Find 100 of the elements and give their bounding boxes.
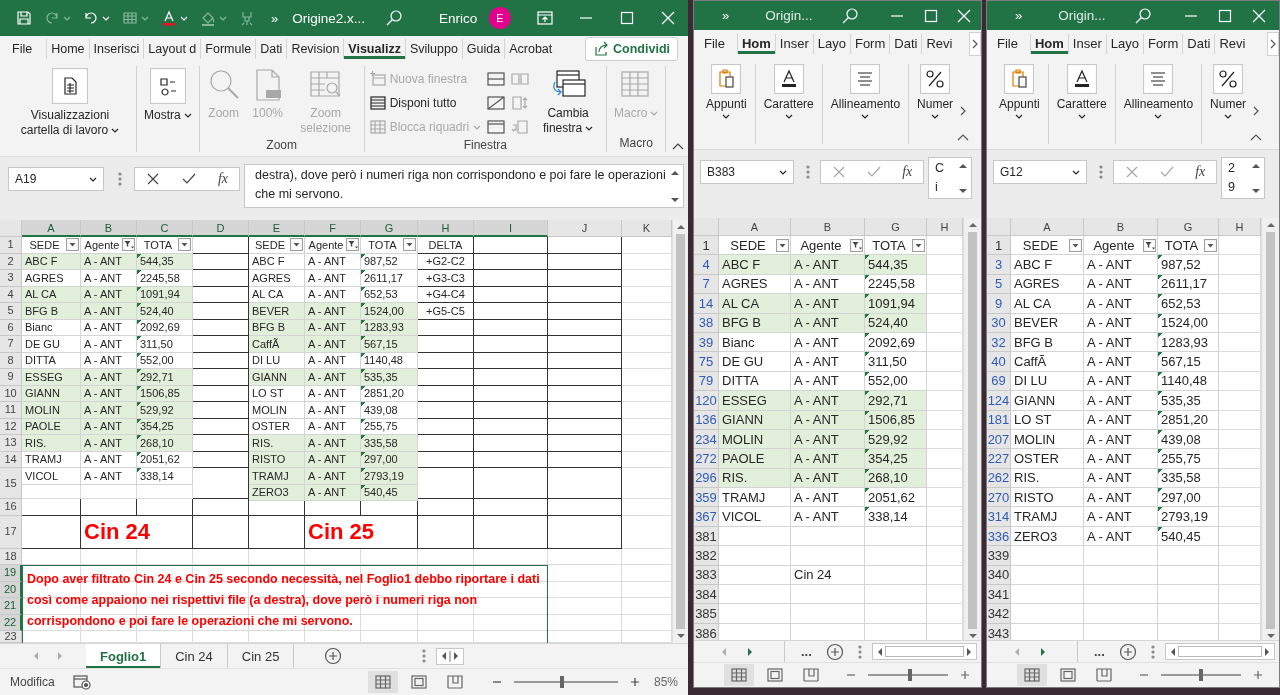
formula-bar[interactable]: C i (928, 157, 972, 199)
row-header[interactable]: 69 (987, 371, 1011, 392)
column-header[interactable]: H (927, 218, 963, 236)
column-header[interactable]: A (719, 218, 791, 236)
ribbon-tab[interactable]: Form (849, 34, 890, 54)
ribbon-button[interactable]: Disponi tutto (369, 92, 482, 114)
ribbon-button[interactable]: Carattere (1048, 64, 1116, 144)
formula-bar[interactable]: 2 9 (1221, 157, 1265, 199)
row-header[interactable]: 181 (987, 410, 1011, 430)
column-header[interactable]: J (548, 220, 622, 237)
ribbon-tab[interactable]: Formule (200, 39, 256, 59)
ribbon-tab[interactable]: Inser (774, 34, 813, 54)
row-header[interactable]: 5 (0, 303, 22, 320)
column-header[interactable]: D (193, 220, 249, 237)
ribbon-button[interactable]: Allineamento (1115, 64, 1203, 144)
row-header[interactable]: 270 (987, 488, 1011, 508)
ribbon-button[interactable]: Visualizzazioni cartella di lavoro (9, 66, 131, 140)
ribbon-tab[interactable]: Hom (1029, 34, 1068, 54)
row-header[interactable]: 32 (987, 332, 1011, 353)
column-header[interactable]: K (622, 220, 672, 237)
ribbon-tab[interactable]: File (700, 34, 729, 54)
row-header[interactable]: 3 (0, 270, 22, 287)
row-header[interactable]: 14 (694, 294, 719, 314)
row-header[interactable]: 384 (694, 585, 719, 605)
row-header[interactable]: 7 (0, 336, 22, 353)
ribbon-button[interactable]: Carattere (755, 64, 823, 144)
ribbon-tab[interactable]: Visualizz (343, 39, 405, 59)
ribbon-tab[interactable]: Layo (1105, 34, 1143, 54)
ribbon-tab[interactable]: Revi (921, 34, 957, 54)
column-header[interactable]: F (305, 220, 361, 237)
ribbon-tab[interactable]: Inserisci (88, 39, 144, 59)
column-header[interactable]: C (137, 220, 193, 237)
row-header[interactable]: 17 (0, 515, 22, 549)
column-header[interactable]: A (22, 220, 81, 237)
name-box[interactable]: G12 (993, 160, 1087, 184)
row-header[interactable]: 367 (694, 507, 719, 527)
row-header[interactable]: 120 (694, 391, 719, 411)
row-header[interactable]: 272 (694, 449, 719, 469)
overflow-chevron[interactable]: » (722, 8, 730, 23)
ribbon-tab[interactable]: Acrobat (504, 39, 557, 59)
ribbon-tab[interactable]: Form (1142, 34, 1183, 54)
share-button[interactable]: Condividi (585, 37, 678, 61)
ribbon-tab[interactable]: Sviluppo (404, 39, 462, 59)
column-header[interactable]: G (361, 220, 418, 237)
row-header[interactable]: 1 (987, 236, 1011, 256)
column-header[interactable]: B (791, 218, 865, 236)
row-header[interactable]: 11 (0, 402, 22, 419)
column-header[interactable]: B (81, 220, 137, 237)
row-header[interactable]: 19 (0, 565, 22, 582)
sheet-tab[interactable]: Cin 24 (161, 644, 228, 668)
row-header[interactable]: 1 (0, 237, 22, 254)
row-header[interactable]: 359 (694, 488, 719, 508)
row-header[interactable]: 382 (694, 546, 719, 566)
sheet-tab[interactable]: Cin 25 (227, 644, 295, 668)
row-header[interactable]: 340 (987, 565, 1011, 586)
ribbon-tab[interactable]: Revision (286, 39, 344, 59)
ribbon-button[interactable]: Mostra (142, 66, 194, 125)
row-header[interactable]: 3 (987, 255, 1011, 275)
row-header[interactable]: 124 (987, 391, 1011, 411)
row-header[interactable]: 30 (987, 313, 1011, 333)
ribbon-tab[interactable]: File (993, 34, 1022, 54)
row-header[interactable]: 4 (694, 255, 719, 275)
insert-function-button[interactable]: fx (1195, 164, 1206, 180)
row-header[interactable]: 9 (987, 294, 1011, 314)
ribbon-tab[interactable]: Revi (1214, 34, 1250, 54)
row-header[interactable]: 75 (694, 352, 719, 372)
row-header[interactable]: 207 (987, 429, 1011, 450)
ribbon-tab[interactable]: Dati (889, 34, 922, 54)
ribbon-tab[interactable]: Layo (812, 34, 850, 54)
name-box[interactable]: B383 (700, 160, 794, 184)
row-header[interactable]: 262 (987, 468, 1011, 489)
column-header[interactable]: B (1084, 218, 1158, 236)
column-header[interactable]: H (418, 220, 474, 237)
sheet-tab[interactable]: Foglio1 (86, 644, 162, 668)
row-header[interactable]: 341 (987, 585, 1011, 605)
name-box[interactable]: A19 (8, 167, 104, 191)
overflow-chevron[interactable]: » (1015, 8, 1023, 23)
ribbon-button[interactable]: Cambia finestra (535, 66, 602, 138)
row-header[interactable]: 342 (987, 604, 1011, 624)
formula-bar[interactable]: destra), dove però i numeri riga non corrispondono e poi fare le operazioni che mi servono. (244, 164, 684, 208)
ribbon-button[interactable]: Numer (1202, 64, 1249, 144)
column-header[interactable]: E (249, 220, 305, 237)
ribbon-tab[interactable]: File (8, 39, 37, 59)
more-sheets-button[interactable]: ... (1094, 644, 1105, 659)
column-header[interactable]: G (865, 218, 927, 236)
row-header[interactable]: 339 (987, 546, 1011, 566)
row-header[interactable]: 15 (0, 468, 22, 499)
ribbon-button[interactable]: Allineamento (822, 64, 910, 144)
ribbon-tab[interactable]: Inser (1067, 34, 1106, 54)
row-header[interactable]: 23 (0, 631, 22, 643)
row-header[interactable]: 227 (987, 449, 1011, 469)
row-header[interactable]: 385 (694, 604, 719, 624)
overflow-chevron[interactable]: » (271, 10, 279, 26)
ribbon-tab[interactable]: Home (46, 39, 89, 59)
row-header[interactable]: 336 (987, 526, 1011, 547)
ribbon-button[interactable]: Appunti (991, 64, 1049, 144)
column-header[interactable]: G (1158, 218, 1219, 236)
row-header[interactable]: 21 (0, 598, 22, 615)
column-header[interactable]: A (1011, 218, 1084, 236)
ribbon-button[interactable]: Numer (909, 64, 956, 144)
